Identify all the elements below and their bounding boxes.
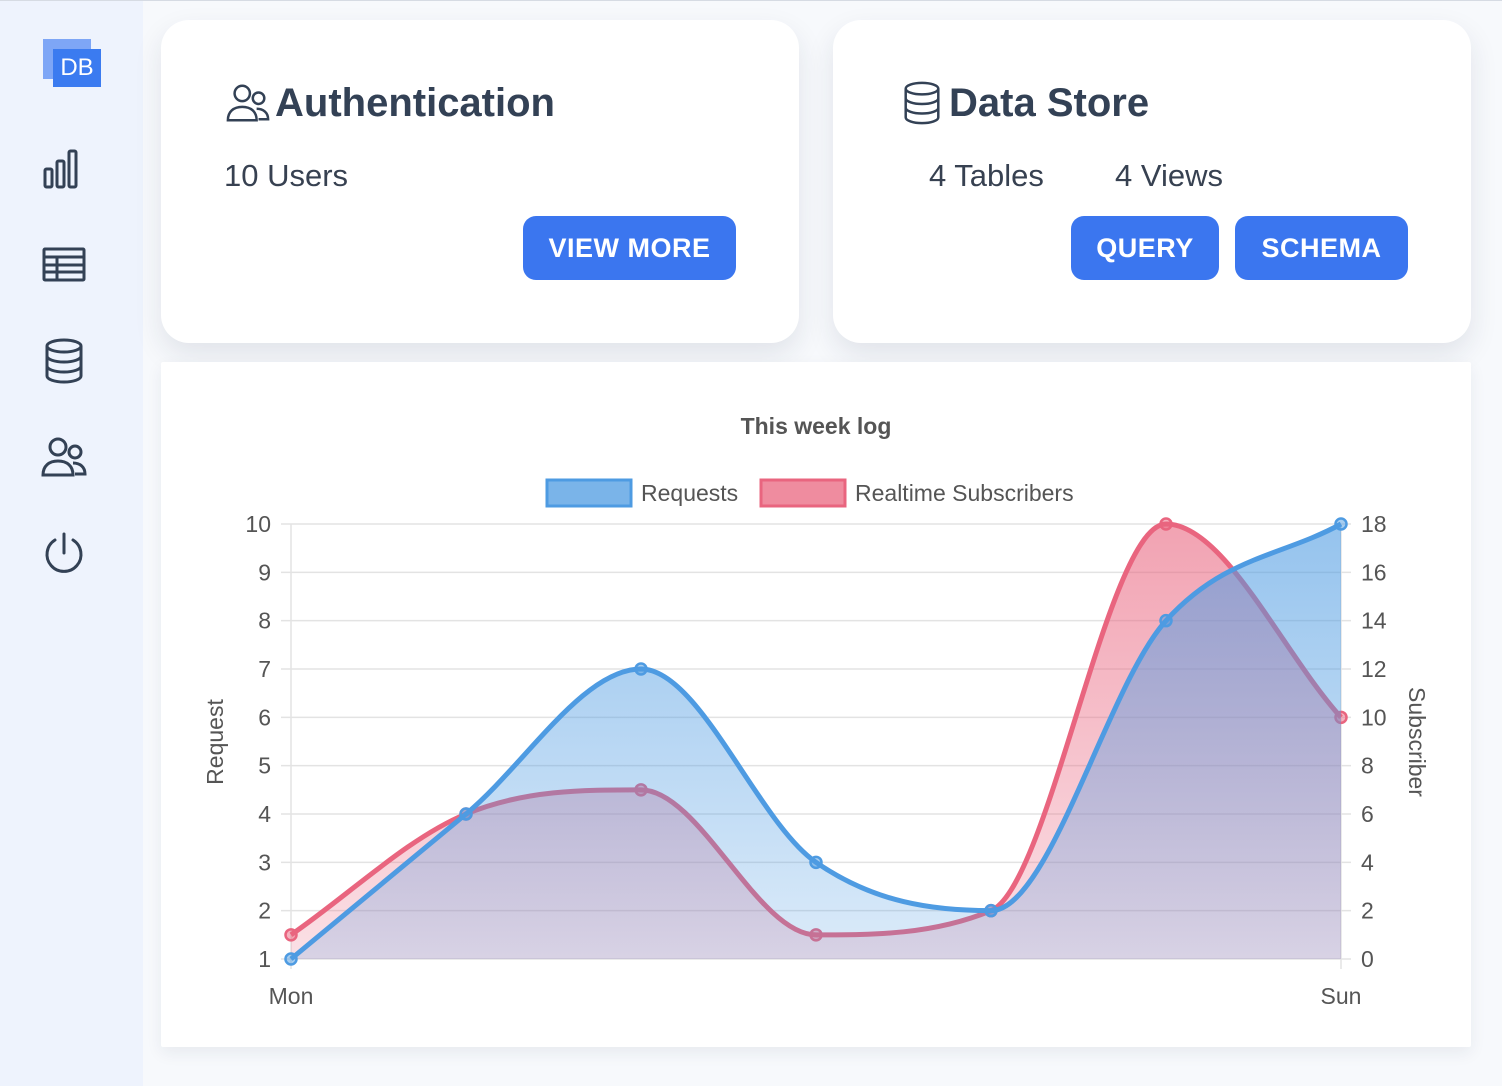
sidebar: DB: [0, 1, 143, 1086]
data-store-title-text: Data Store: [949, 80, 1150, 125]
schema-button[interactable]: SCHEMA: [1235, 216, 1408, 280]
legend-swatch-subscribers: [759, 478, 847, 508]
y-tick-label: 2: [258, 898, 271, 924]
chart-legend: Requests Realtime Subscribers: [545, 478, 1074, 508]
legend-label-subscribers: Realtime Subscribers: [855, 480, 1074, 506]
y2-tick-label: 14: [1361, 608, 1387, 634]
y-tick-label: 9: [258, 559, 271, 585]
legend-item-requests[interactable]: Requests: [545, 478, 738, 508]
chart-plot-area: [284, 517, 1348, 966]
views-count: 4 Views: [1115, 158, 1223, 193]
y-tick-label: 8: [258, 608, 271, 634]
y2-tick-label: 4: [1361, 849, 1374, 875]
y2-tick-label: 16: [1361, 559, 1387, 585]
authentication-title-text: Authentication: [275, 80, 555, 125]
authentication-card: Authentication 10 Users VIEW MORE: [161, 20, 799, 343]
point-requests[interactable]: [809, 855, 823, 870]
legend-swatch-requests: [545, 478, 633, 508]
point-subscribers[interactable]: [1159, 517, 1173, 531]
y-tick-label: 4: [258, 801, 271, 827]
authentication-title: Authentication: [225, 80, 555, 126]
y2-tick-label: 18: [1361, 511, 1387, 537]
y-tick-label: 7: [258, 656, 271, 682]
y2-tick-label: 2: [1361, 898, 1374, 924]
point-requests[interactable]: [284, 952, 298, 966]
chart-title: This week log: [741, 413, 892, 439]
x-tick-label: Sun: [1321, 983, 1362, 1009]
y2-tick-label: 10: [1361, 704, 1387, 730]
y-tick-label: 10: [245, 511, 271, 537]
y-tick-label: 6: [258, 704, 271, 730]
y2-tick-label: 12: [1361, 656, 1387, 682]
y2-tick-label: 6: [1361, 801, 1374, 827]
y2-tick-label: 0: [1361, 946, 1374, 972]
top-border: [0, 0, 1502, 1]
weekly-log-chart: This week log Requests Realtime Subscrib…: [202, 413, 1430, 1009]
y-tick-label: 1: [258, 946, 271, 972]
y-tick-label: 5: [258, 753, 271, 779]
point-requests[interactable]: [1334, 517, 1348, 531]
sidebar-item-logout[interactable]: [40, 529, 88, 577]
x-tick-label: Mon: [269, 983, 314, 1009]
point-requests[interactable]: [634, 662, 648, 676]
users-count: 10 Users: [224, 158, 349, 193]
power-icon: [45, 532, 83, 573]
data-store-card: Data Store 4 Tables 4 Views QUERY SCHEMA: [833, 20, 1471, 343]
point-requests[interactable]: [459, 807, 473, 821]
users-icon: [41, 437, 87, 477]
y2-tick-label: 8: [1361, 753, 1374, 779]
bar-chart-icon: [43, 149, 78, 189]
tables-count: 4 Tables: [929, 158, 1044, 193]
y-tick-label: 3: [258, 849, 271, 875]
legend-item-subscribers[interactable]: Realtime Subscribers: [759, 478, 1074, 508]
sidebar-item-database[interactable]: [40, 337, 88, 385]
users-icon: [226, 84, 270, 122]
app-logo[interactable]: DB: [43, 39, 103, 91]
point-requests[interactable]: [984, 903, 998, 918]
database-icon: [904, 81, 940, 125]
y-axis-label: Request: [202, 699, 228, 785]
database-icon: [45, 338, 83, 384]
legend-label-requests: Requests: [641, 480, 738, 506]
point-requests[interactable]: [1159, 613, 1173, 628]
table-icon: [42, 247, 86, 282]
data-store-title: Data Store: [899, 80, 1149, 126]
view-more-button[interactable]: VIEW MORE: [523, 216, 736, 280]
logo-text: DB: [53, 49, 101, 87]
sidebar-item-tables[interactable]: [40, 241, 88, 289]
point-subscribers[interactable]: [284, 928, 298, 942]
query-button[interactable]: QUERY: [1071, 216, 1219, 280]
sidebar-item-users[interactable]: [40, 433, 88, 481]
sidebar-item-analytics[interactable]: [40, 145, 88, 193]
y2-axis-label: Subscriber: [1404, 687, 1430, 797]
weekly-log-chart-card: This week log Requests Realtime Subscrib…: [161, 362, 1471, 1047]
